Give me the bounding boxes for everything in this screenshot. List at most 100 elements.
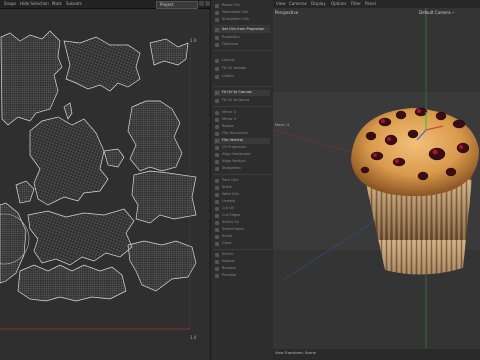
tool-icon xyxy=(215,132,219,136)
tool-icon xyxy=(215,153,219,157)
uv-editor-canvas[interactable]: 1.0 1.0 xyxy=(0,9,209,360)
tool-icon xyxy=(215,36,219,40)
tool-item[interactable]: Preview xyxy=(214,273,270,279)
tool-item[interactable]: Flip Horizontal xyxy=(214,131,270,137)
camera-label: Default Camera ⌐ xyxy=(419,10,456,15)
tool-item[interactable]: Layout xyxy=(214,58,270,64)
tool-item[interactable]: Projection xyxy=(214,35,270,41)
tool-item[interactable]: Align Horizontal xyxy=(214,152,270,158)
tool-item[interactable]: Normalize UVs xyxy=(214,10,270,16)
uv-island xyxy=(131,170,197,224)
tool-item[interactable]: Mirror V xyxy=(214,117,270,123)
divider xyxy=(213,86,271,87)
tool-icon xyxy=(215,75,219,79)
menu-item[interactable]: Snaps xyxy=(4,1,16,6)
tool-item[interactable]: Islands xyxy=(214,259,270,265)
viewport-menu-item[interactable]: Display xyxy=(311,1,326,6)
tool-icon xyxy=(215,207,219,211)
tool-icon xyxy=(215,253,219,257)
tool-item[interactable]: Weld UVs xyxy=(214,192,270,198)
tool-icon xyxy=(215,99,219,103)
uv-corner-label: 1.0 xyxy=(190,335,197,340)
tool-item[interactable]: Cut Edges xyxy=(214,213,270,219)
uv-island xyxy=(103,148,125,168)
divider xyxy=(213,249,271,250)
tool-icon xyxy=(215,221,219,225)
tool-icon xyxy=(215,118,219,122)
tool-icon xyxy=(215,235,219,239)
uv-island xyxy=(127,100,183,172)
viewport-menu-item[interactable]: Filter xyxy=(351,1,361,6)
tool-item[interactable]: Fit UV Islands xyxy=(214,66,270,72)
tool-item[interactable]: Optimize xyxy=(214,42,270,48)
tool-icon xyxy=(215,18,219,22)
tool-item[interactable]: Stitch xyxy=(214,185,270,191)
tool-icon xyxy=(215,43,219,47)
tool-icon xyxy=(215,59,219,63)
tool-icon xyxy=(215,11,219,15)
tool-item[interactable]: Rotate xyxy=(214,124,270,130)
divider xyxy=(213,174,271,175)
tool-item[interactable]: Shrink xyxy=(214,252,270,258)
tool-item[interactable]: Align Vertical xyxy=(214,159,270,165)
viewport-menu-item[interactable]: Panel xyxy=(365,1,376,6)
uv-island xyxy=(63,102,73,120)
viewport-menu-item[interactable]: Options xyxy=(331,1,346,6)
tool-item[interactable]: Straighten UVs xyxy=(214,17,270,23)
viewport-scene xyxy=(273,8,480,360)
tool-item[interactable]: Borders xyxy=(214,266,270,272)
perspective-label: Perspective xyxy=(275,10,299,15)
tool-item[interactable]: Unfold xyxy=(214,74,270,80)
tool-item[interactable]: Relax UVs xyxy=(214,3,270,9)
tool-item[interactable]: Select None xyxy=(214,227,270,233)
tool-icon xyxy=(215,160,219,164)
uv-island xyxy=(17,264,127,302)
uv-set-value: Project xyxy=(160,2,174,7)
move-label: Move: X xyxy=(275,123,290,127)
tool-item[interactable]: Select All xyxy=(214,220,270,226)
tool-item[interactable]: Unweld xyxy=(214,199,270,205)
tool-icon xyxy=(215,67,219,71)
menu-item[interactable]: Hide Selection xyxy=(20,1,49,6)
tool-icon xyxy=(215,28,219,32)
uv-island xyxy=(15,180,35,204)
uv-islands-canvas: 1.0 1.0 xyxy=(0,30,197,340)
tool-item[interactable]: Straighten xyxy=(214,166,270,172)
tool-icon xyxy=(215,4,219,8)
uv-island xyxy=(149,38,189,66)
tool-item[interactable]: Pack UVs xyxy=(214,178,270,184)
tool-icon xyxy=(215,228,219,232)
tool-icon xyxy=(215,214,219,218)
uv-set-dropdown[interactable]: Project xyxy=(156,1,198,9)
tool-icon xyxy=(215,260,219,264)
tool-icon xyxy=(215,242,219,246)
tool-icon xyxy=(215,267,219,271)
tool-item[interactable]: Set UVs from Projection xyxy=(214,27,270,33)
tool-icon xyxy=(215,274,219,278)
3d-viewport[interactable]: View Cameras Display Options Filter Pane… xyxy=(273,0,480,360)
tool-icon xyxy=(215,139,219,143)
tool-item[interactable]: Fit UV to Island xyxy=(214,98,270,104)
tool-item[interactable]: Flip Vertical xyxy=(214,138,270,144)
viewport-status-bar: View Transform: Scene xyxy=(273,349,480,360)
tool-icon xyxy=(215,200,219,204)
tool-icon xyxy=(215,125,219,129)
uv-island xyxy=(63,36,141,92)
tool-item[interactable]: UV Projection xyxy=(214,145,270,151)
toolbar-icon[interactable] xyxy=(199,1,204,6)
tool-item[interactable]: Grow xyxy=(214,241,270,247)
tool-item[interactable]: Cut UV xyxy=(214,206,270,212)
tool-item[interactable]: Mirror U xyxy=(214,110,270,116)
tool-icon xyxy=(215,167,219,171)
tool-icon xyxy=(215,186,219,190)
viewport-menu-item[interactable]: View xyxy=(276,1,286,6)
uv-island xyxy=(29,116,109,206)
menu-item[interactable]: Subsets xyxy=(66,1,82,6)
tool-item[interactable]: Fit UV to Canvas xyxy=(214,90,270,96)
tool-icon xyxy=(215,111,219,115)
menu-item[interactable]: Mark xyxy=(52,1,62,6)
uv-island xyxy=(127,240,197,292)
divider xyxy=(213,25,271,26)
tool-item[interactable]: Invert xyxy=(214,234,270,240)
viewport-menu-item[interactable]: Cameras xyxy=(289,1,307,6)
